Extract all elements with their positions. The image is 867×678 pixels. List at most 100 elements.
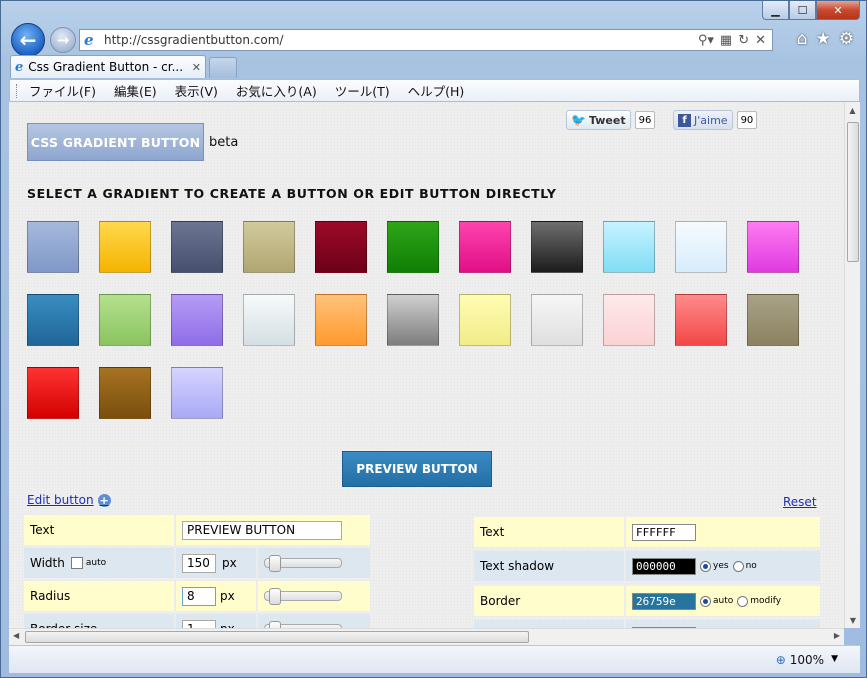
refresh-icon[interactable]: ↻: [738, 33, 749, 48]
gradient-swatch[interactable]: [747, 294, 799, 346]
twitter-bird-icon: 🐦: [571, 113, 586, 127]
gradient-swatch[interactable]: [99, 294, 151, 346]
preview-button[interactable]: PREVIEW BUTTON: [342, 451, 492, 487]
home-icon[interactable]: ⌂: [797, 29, 808, 49]
like-widget: f J'aime 90: [673, 110, 758, 130]
tweet-button[interactable]: 🐦 Tweet: [566, 110, 631, 130]
forward-button[interactable]: →: [50, 27, 76, 53]
horizontal-scrollbar[interactable]: ◀ ▶: [9, 628, 844, 645]
gradient-swatch[interactable]: [243, 294, 295, 346]
facebook-icon: f: [678, 113, 691, 127]
shadow-yes-radio[interactable]: [700, 560, 711, 572]
edit-button-link[interactable]: Edit button +: [27, 493, 111, 507]
border-color-label: Border: [474, 586, 624, 616]
width-slider-cell: [258, 548, 370, 578]
gradient-swatch[interactable]: [747, 221, 799, 273]
vertical-scrollbar[interactable]: ▲ ▼: [844, 102, 860, 628]
gradient-swatch[interactable]: [27, 294, 79, 346]
scroll-up-icon[interactable]: ▲: [845, 102, 860, 118]
gradient-swatch[interactable]: [171, 294, 223, 346]
border-auto-label: auto: [713, 596, 734, 606]
gradient-swatch[interactable]: [387, 221, 439, 273]
menu-help[interactable]: ヘルプ(H): [408, 81, 465, 100]
favorites-star-icon[interactable]: ★: [816, 29, 831, 49]
gradient-swatch[interactable]: [99, 221, 151, 273]
text-color-input[interactable]: FFFFFF: [632, 523, 696, 541]
row-radius: Radius 8 px: [24, 581, 370, 611]
text-shadow-cell: 000000 yes no: [626, 551, 820, 581]
window-controls: ▁ ☐ ✕: [762, 1, 860, 20]
gradient-swatch[interactable]: [459, 221, 511, 273]
zoom-value: 100%: [789, 653, 824, 667]
page-heading: SELECT A GRADIENT TO CREATE A BUTTON OR …: [27, 186, 557, 201]
shadow-color-input[interactable]: 000000: [632, 557, 696, 575]
minimize-button[interactable]: ▁: [762, 1, 789, 20]
row-border-size: Border size 1 px: [24, 614, 370, 628]
gradient-swatch[interactable]: [603, 221, 655, 273]
search-icon[interactable]: ⚲▾: [698, 33, 714, 48]
gradient-swatch[interactable]: [171, 221, 223, 273]
border-auto-radio[interactable]: [700, 595, 711, 607]
gradient-swatch[interactable]: [675, 294, 727, 346]
width-slider-knob[interactable]: [269, 555, 281, 572]
gradient-swatch[interactable]: [171, 367, 223, 419]
radius-input[interactable]: 8: [182, 586, 216, 606]
scroll-left-icon[interactable]: ◀: [13, 631, 19, 640]
reset-link[interactable]: Reset: [783, 495, 817, 509]
close-window-button[interactable]: ✕: [816, 1, 860, 20]
gradient-swatch[interactable]: [531, 221, 583, 273]
stop-icon[interactable]: ✕: [755, 33, 766, 48]
menu-tools[interactable]: ツール(T): [335, 81, 390, 100]
back-button[interactable]: ←: [11, 23, 45, 57]
radius-slider[interactable]: [264, 588, 342, 605]
width-auto-checkbox[interactable]: [70, 557, 83, 569]
width-input[interactable]: 150: [182, 553, 216, 573]
compat-view-icon[interactable]: ▦: [720, 33, 732, 48]
width-slider[interactable]: [264, 555, 342, 572]
maximize-icon: ☐: [797, 3, 808, 17]
zoom-level[interactable]: ⊕ 100%: [776, 653, 824, 667]
menu-edit[interactable]: 編集(E): [114, 81, 157, 100]
border-color-input[interactable]: 26759e: [632, 592, 696, 610]
gradient-swatch[interactable]: [315, 221, 367, 273]
gradient-swatch[interactable]: [99, 367, 151, 419]
text-input[interactable]: PREVIEW BUTTON: [182, 520, 342, 540]
vertical-scroll-thumb[interactable]: [847, 122, 859, 262]
menu-favorites[interactable]: お気に入り(A): [236, 81, 317, 100]
border-size-input[interactable]: 1: [182, 619, 216, 628]
new-tab-button[interactable]: [209, 57, 237, 78]
radius-slider-knob[interactable]: [269, 588, 281, 605]
close-tab-icon[interactable]: ✕: [192, 61, 201, 74]
scroll-right-icon[interactable]: ▶: [834, 631, 840, 640]
gradient-swatch[interactable]: [315, 294, 367, 346]
gradient-swatch[interactable]: [387, 294, 439, 346]
ie-tab-icon: e: [15, 59, 24, 75]
menu-view[interactable]: 表示(V): [175, 81, 218, 100]
gradient-swatch[interactable]: [531, 294, 583, 346]
row-border-color: Border 26759e auto modify: [474, 586, 820, 616]
url-text[interactable]: http://cssgradientbutton.com/: [104, 33, 698, 47]
menu-grip: [16, 83, 19, 98]
gear-icon[interactable]: ⚙: [839, 29, 854, 49]
width-unit: px: [222, 556, 237, 570]
address-bar[interactable]: e http://cssgradientbutton.com/ ⚲▾ ▦ ↻ ✕: [79, 29, 773, 51]
gradient-swatch[interactable]: [675, 221, 727, 273]
tab-current[interactable]: e Css Gradient Button - cr... ✕: [10, 55, 206, 78]
menu-file[interactable]: ファイル(F): [29, 81, 96, 100]
like-button[interactable]: f J'aime: [673, 110, 733, 130]
gradient-swatch[interactable]: [27, 367, 79, 419]
row-text-color: Text FFFFFF: [474, 517, 820, 547]
gradient-swatch[interactable]: [459, 294, 511, 346]
horizontal-scroll-thumb[interactable]: [25, 631, 529, 643]
scroll-down-icon[interactable]: ▼: [845, 612, 861, 628]
gradient-swatch[interactable]: [243, 221, 295, 273]
gradient-swatch[interactable]: [27, 221, 79, 273]
chevron-down-icon[interactable]: ▼: [831, 654, 838, 664]
shadow-no-radio[interactable]: [732, 560, 744, 572]
gradient-swatch[interactable]: [603, 294, 655, 346]
border-size-slider-knob[interactable]: [269, 621, 281, 628]
border-modify-radio[interactable]: [737, 595, 749, 607]
browser-window: ▁ ☐ ✕ ← → e http://cssgradientbutton.com…: [0, 0, 867, 678]
maximize-button[interactable]: ☐: [789, 1, 816, 20]
site-logo-button[interactable]: CSS GRADIENT BUTTON: [27, 123, 204, 161]
